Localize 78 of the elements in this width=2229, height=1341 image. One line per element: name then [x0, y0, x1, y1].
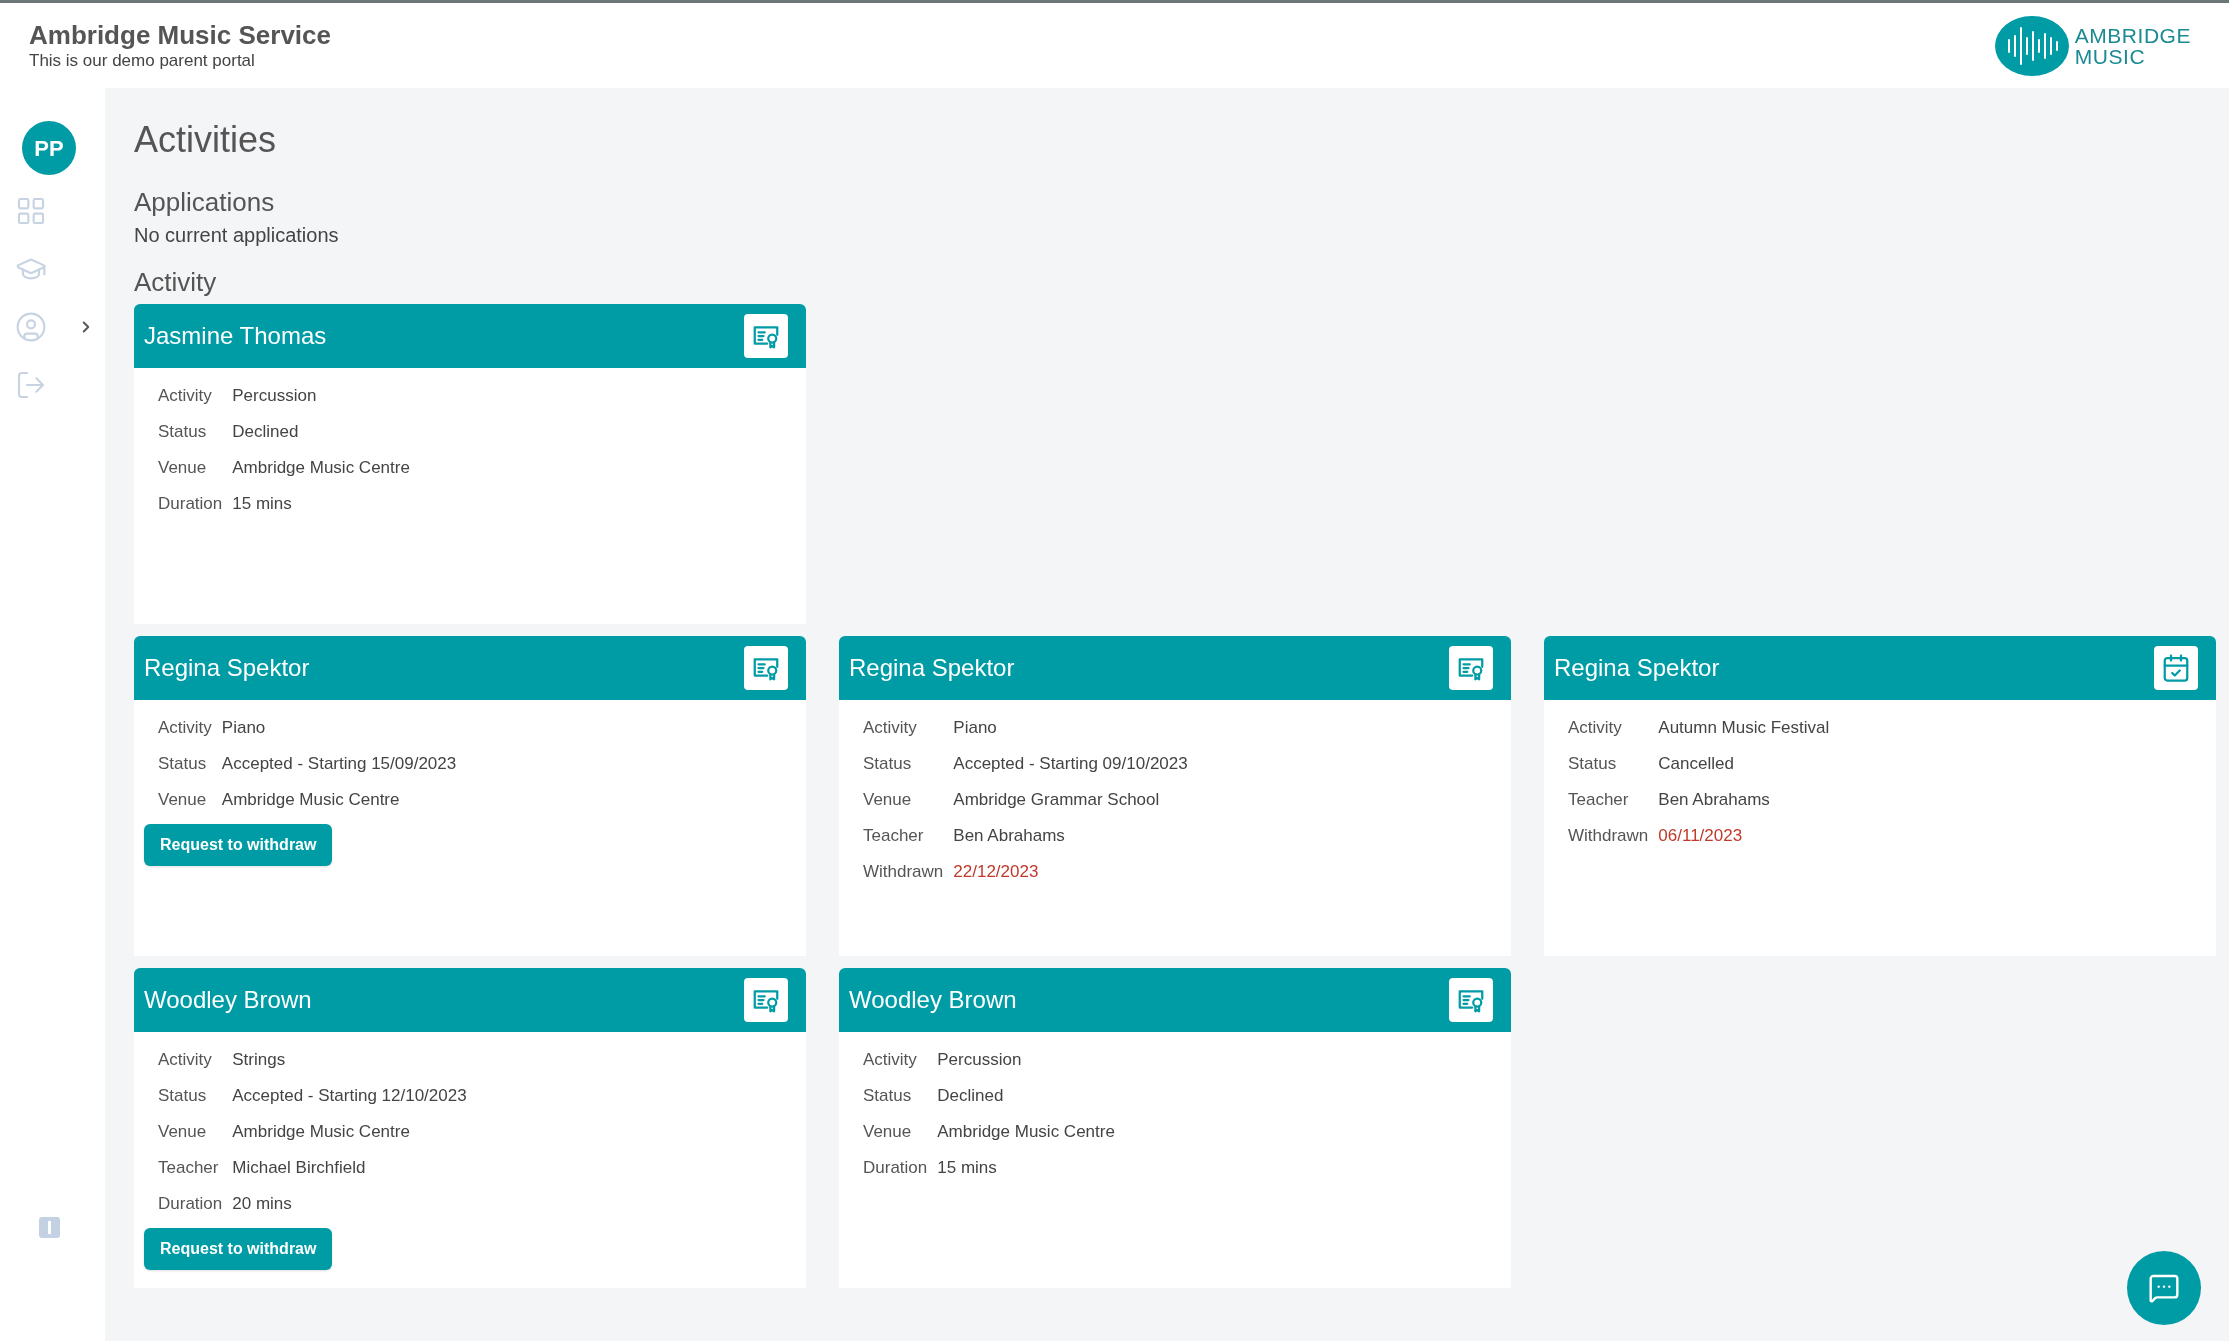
logo-text: AMBRIDGE	[2074, 24, 2191, 46]
field-value: Percussion	[232, 385, 318, 407]
field-value: 15 mins	[232, 493, 293, 515]
field-label: Activity	[158, 385, 213, 407]
field-value: Ambridge Music Centre	[221, 789, 401, 811]
card-icon-tile[interactable]	[2154, 646, 2198, 690]
field-value: Cancelled	[1658, 753, 1735, 775]
site-title: Ambridge Music Service	[29, 19, 331, 50]
field-value: Ambridge Grammar School	[953, 789, 1161, 811]
field-value: Accepted - Starting 09/10/2023	[953, 753, 1189, 775]
card-icon-tile[interactable]	[1449, 978, 1493, 1022]
field-value: Percussion	[937, 1049, 1023, 1071]
field-value: Accepted - Starting 12/10/2023	[232, 1085, 468, 1107]
request-withdraw-button[interactable]: Request to withdraw	[144, 1228, 333, 1270]
empty-message: No current applications	[134, 223, 340, 248]
field-label: Withdrawn	[863, 861, 944, 883]
student-name: Regina Spektor	[1554, 653, 1720, 683]
field-label: Teacher	[158, 1157, 220, 1179]
field-label: Status	[1568, 753, 1618, 775]
field-label: Status	[158, 753, 208, 775]
request-withdraw-button[interactable]: Request to withdraw	[144, 824, 333, 866]
student-name: Woodley Brown	[144, 985, 312, 1015]
card-icon-tile[interactable]	[744, 314, 788, 358]
student-name: Woodley Brown	[849, 985, 1017, 1015]
field-value: 06/11/2023	[1658, 825, 1744, 847]
field-label: Duration	[158, 1193, 223, 1215]
field-label: Venue	[158, 789, 208, 811]
field-label: Status	[863, 753, 913, 775]
brand-logo[interactable]: AMBRIDGE MUSIC	[1994, 15, 2191, 76]
field-label: Activity	[158, 717, 212, 739]
field-label: Teacher	[1568, 789, 1630, 811]
collapse-toggle-icon[interactable]	[39, 1217, 60, 1238]
field-value: 15 mins	[937, 1157, 998, 1179]
field-label: Venue	[158, 457, 208, 479]
field-value: Ambridge Music Centre	[232, 457, 411, 479]
field-value: Ben Abrahams	[953, 825, 1066, 847]
field-value: Declined	[937, 1085, 1005, 1107]
page-title: Activities	[134, 118, 278, 162]
field-label: Venue	[863, 1121, 913, 1143]
field-label: Status	[863, 1085, 913, 1107]
card-icon-tile[interactable]	[744, 646, 788, 690]
field-value: Ambridge Music Centre	[232, 1121, 411, 1143]
student-name: Jasmine Thomas	[144, 321, 327, 351]
card-icon-tile[interactable]	[744, 978, 788, 1022]
field-label: Duration	[158, 493, 223, 515]
field-label: Duration	[863, 1157, 928, 1179]
field-label: Status	[158, 421, 208, 443]
logo-text: MUSIC	[2074, 45, 2147, 67]
field-value: Piano	[221, 717, 267, 739]
field-value: Strings	[232, 1049, 287, 1071]
field-label: Status	[158, 1085, 208, 1107]
field-label: Activity	[863, 1049, 918, 1071]
section-heading: Activity	[134, 266, 218, 298]
card-icon-tile[interactable]	[1449, 646, 1493, 690]
student-name: Regina Spektor	[849, 653, 1015, 683]
student-name: Regina Spektor	[144, 653, 310, 683]
field-label: Teacher	[863, 825, 925, 847]
field-label: Venue	[863, 789, 913, 811]
calendar-check-icon	[2161, 653, 2191, 683]
field-label: Withdrawn	[1568, 825, 1649, 847]
field-value: Declined	[232, 421, 300, 443]
field-label: Activity	[863, 717, 918, 739]
field-value: Michael Birchfield	[232, 1157, 367, 1179]
field-value: Ambridge Music Centre	[937, 1121, 1116, 1143]
site-subtitle: This is our demo parent portal	[29, 49, 256, 72]
sound-wave-logo-icon	[1994, 15, 2069, 76]
user-avatar[interactable]: PP	[22, 121, 76, 175]
field-value: Piano	[953, 717, 998, 739]
field-value: Autumn Music Festival	[1658, 717, 1831, 739]
field-label: Activity	[1568, 717, 1623, 739]
field-value: 22/12/2023	[953, 861, 1040, 883]
section-heading: Applications	[134, 186, 276, 218]
field-label: Venue	[158, 1121, 208, 1143]
field-value: Ben Abrahams	[1658, 789, 1771, 811]
field-value: Accepted - Starting 15/09/2023	[221, 753, 458, 775]
chat-icon	[2148, 1272, 2180, 1304]
field-label: Activity	[158, 1049, 213, 1071]
field-value: 20 mins	[232, 1193, 293, 1215]
